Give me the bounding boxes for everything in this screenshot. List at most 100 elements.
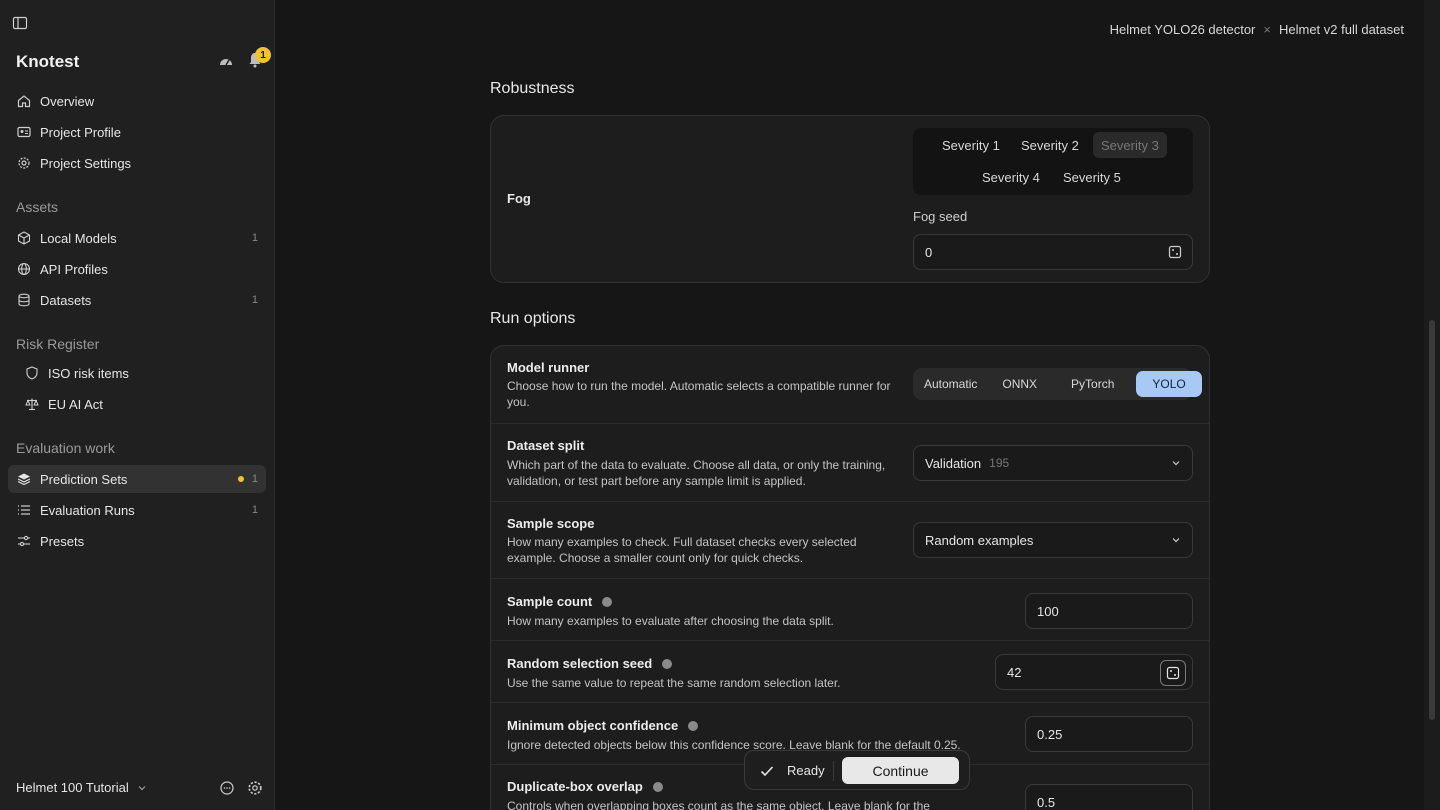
fog-label: Fog [507, 191, 531, 206]
runner-option-automatic[interactable]: Automatic [916, 371, 985, 397]
layers-icon [16, 471, 32, 487]
continue-button[interactable]: Continue [842, 757, 959, 784]
section-label-evaluation-work: Evaluation work [16, 440, 115, 456]
severity-option-2[interactable]: Severity 2 [1013, 132, 1087, 158]
item-count: 1 [251, 294, 258, 306]
id-card-icon [16, 124, 32, 140]
sidebar-item-label: Prediction Sets [40, 471, 128, 487]
breadcrumb-separator: × [1263, 22, 1271, 37]
model-runner-segmented: Automatic ONNX PyTorch YOLO [913, 368, 1202, 400]
row-title: Minimum object confidence [507, 718, 699, 733]
sample-count-title: Sample count [507, 594, 593, 609]
model-runner-title: Model runner [507, 360, 590, 375]
sidebar-item-datasets[interactable]: Datasets 1 [8, 286, 266, 314]
sidebar-item-prediction-sets[interactable]: Prediction Sets 1 [8, 465, 266, 493]
info-icon[interactable] [652, 781, 663, 792]
row-title: Duplicate-box overlap [507, 779, 663, 794]
item-count: 1 [251, 473, 258, 485]
breadcrumb: Helmet YOLO26 detector × Helmet v2 full … [1110, 22, 1404, 37]
main-content: Helmet YOLO26 detector × Helmet v2 full … [276, 0, 1424, 810]
run-options-card: Model runner Choose how to run the model… [490, 345, 1210, 810]
sidebar-item-label: Local Models [40, 230, 117, 246]
row-desc: How many examples to check. Full dataset… [507, 535, 857, 565]
sidebar-item-label: Evaluation Runs [40, 502, 135, 518]
dup-overlap-value: 0.5 [1037, 794, 1056, 810]
scrollbar[interactable] [1424, 0, 1440, 810]
sidebar-item-iso-risk-items[interactable]: ISO risk items [8, 359, 266, 387]
sidebar-item-project-settings[interactable]: Project Settings [8, 149, 266, 177]
breadcrumb-dataset[interactable]: Helmet v2 full dataset [1279, 22, 1404, 37]
dataset-split-value: Validation [925, 455, 982, 471]
row-title: Sample count [507, 594, 613, 609]
severity-option-3[interactable]: Severity 3 [1093, 132, 1167, 158]
home-icon [16, 93, 32, 109]
row-desc: Which part of the data to evaluate. Choo… [507, 458, 886, 488]
project-switcher[interactable]: Helmet 100 Tutorial [16, 780, 147, 795]
row-sample-count: Sample count How many examples to evalua… [491, 578, 1209, 640]
dice-icon[interactable] [1168, 245, 1182, 259]
chevron-down-icon [138, 785, 146, 790]
sidebar-item-label: Project Profile [40, 124, 121, 140]
min-confidence-input[interactable]: 0.25 [1025, 716, 1193, 752]
globe-icon [16, 261, 32, 277]
sample-scope-select[interactable]: Random examples [913, 522, 1193, 558]
severity-option-4[interactable]: Severity 4 [974, 164, 1048, 190]
section-label-risk-register: Risk Register [16, 336, 100, 352]
check-icon [760, 766, 774, 777]
sidebar-item-label: API Profiles [40, 261, 108, 277]
sample-count-input[interactable]: 100 [1025, 593, 1193, 629]
runner-option-yolo[interactable]: YOLO [1136, 371, 1202, 397]
dataset-split-count: 195 [989, 456, 1010, 470]
row-model-runner: Model runner Choose how to run the model… [491, 346, 1209, 423]
sidebar-item-evaluation-runs[interactable]: Evaluation Runs 1 [8, 496, 266, 524]
dashboard-gauge-icon[interactable] [218, 54, 234, 68]
sidebar-item-presets[interactable]: Presets [8, 527, 266, 555]
chat-icon[interactable] [219, 780, 235, 796]
info-icon[interactable] [662, 658, 673, 669]
item-count: 1 [251, 504, 258, 516]
severity-option-1[interactable]: Severity 1 [934, 132, 1008, 158]
brand-name: Knotest [16, 52, 80, 71]
row-desc: Use the same value to repeat the same ra… [507, 676, 841, 690]
dice-icon [1166, 666, 1180, 680]
runner-option-onnx[interactable]: ONNX [994, 371, 1045, 397]
row-title: Dataset split [507, 438, 584, 453]
sidebar-toggle-icon[interactable] [12, 15, 28, 31]
randomize-seed-button[interactable] [1160, 660, 1186, 686]
info-icon[interactable] [602, 596, 613, 607]
sidebar-item-local-models[interactable]: Local Models 1 [8, 224, 266, 252]
shield-icon [24, 365, 40, 381]
sidebar-item-api-profiles[interactable]: API Profiles [8, 255, 266, 283]
gear-icon [16, 155, 32, 171]
list-icon [16, 502, 32, 518]
row-title: Random selection seed [507, 656, 673, 671]
dup-overlap-input[interactable]: 0.5 [1025, 784, 1193, 810]
cube-icon [16, 230, 32, 246]
robustness-heading: Robustness [490, 80, 575, 97]
item-count: 1 [251, 232, 258, 244]
random-seed-input[interactable]: 42 [995, 654, 1193, 690]
notifications-button[interactable]: 1 [248, 47, 271, 70]
row-title: Sample scope [507, 516, 594, 531]
project-name: Helmet 100 Tutorial [16, 780, 129, 795]
scale-icon [24, 396, 40, 412]
dataset-split-select[interactable]: Validation 195 [913, 445, 1193, 481]
runner-option-pytorch[interactable]: PyTorch [1063, 371, 1122, 397]
info-icon[interactable] [688, 720, 699, 731]
scroll-thumb[interactable] [1429, 320, 1435, 720]
fog-seed-value: 0 [925, 244, 933, 260]
sidebar-item-eu-ai-act[interactable]: EU AI Act [8, 390, 266, 418]
severity-option-5[interactable]: Severity 5 [1055, 164, 1129, 190]
status-toast: Ready Continue [744, 750, 970, 790]
settings-gear-icon[interactable] [247, 780, 263, 796]
min-confidence-title: Minimum object confidence [507, 718, 679, 733]
brand-icons: 1 [218, 47, 271, 70]
row-desc: Choose how to run the model. Automatic s… [507, 379, 891, 409]
sidebar-item-project-profile[interactable]: Project Profile [8, 118, 266, 146]
severity-selector: Severity 1 Severity 2 Severity 3 Severit… [913, 128, 1193, 195]
sample-scope-title: Sample scope [507, 516, 595, 531]
breadcrumb-model[interactable]: Helmet YOLO26 detector [1110, 22, 1256, 37]
sidebar-item-overview[interactable]: Overview [8, 87, 266, 115]
fog-seed-input[interactable]: 0 [913, 234, 1193, 270]
app-root: Knotest 1 Overview Project Profile Proje… [0, 0, 1440, 810]
